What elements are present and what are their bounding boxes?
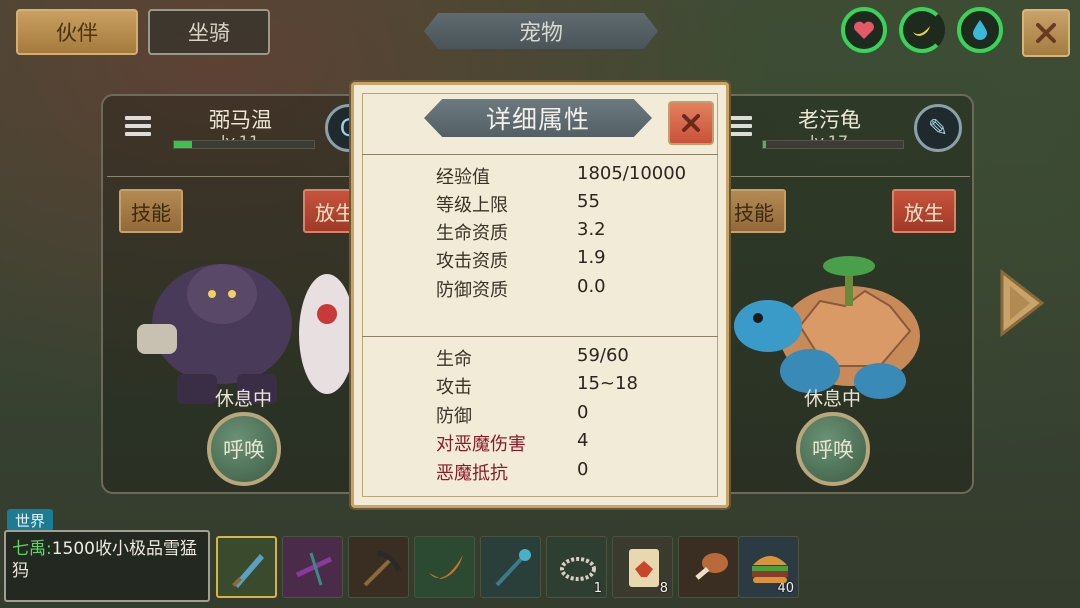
meat-leg-icon <box>695 553 728 580</box>
tab-partner[interactable]: 伙伴 <box>16 9 138 55</box>
attr-label: 防御资质 <box>436 280 508 301</box>
tab-mount[interactable]: 坐骑 <box>148 9 270 55</box>
attr-value: 55 <box>577 191 600 212</box>
burger-icon <box>752 556 788 583</box>
attr-label: 恶魔抵抗 <box>436 463 508 484</box>
attr-value: 59/60 <box>577 345 629 366</box>
attr-label: 攻击 <box>436 377 472 398</box>
hotbar-slot-4[interactable] <box>414 536 475 598</box>
attr-row-atk-aptitude: 攻击资质 1.9 <box>436 247 716 275</box>
pet-name: 老污龟 <box>798 108 861 132</box>
attr-row-hp-aptitude: 生命资质 3.2 <box>436 219 716 247</box>
attr-row-demon-resist: 恶魔抵抗 0 <box>436 459 716 487</box>
thorn-ring-icon <box>560 557 596 581</box>
attr-label: 经验值 <box>436 167 490 188</box>
pet-status: 休息中 <box>215 388 273 410</box>
chat-box[interactable]: 七禹:1500收小极品雪猛犸 <box>4 530 210 602</box>
hotbar-slot-1[interactable] <box>216 536 277 598</box>
hotbar-slot-8[interactable] <box>678 536 739 598</box>
horn-icon <box>429 555 463 579</box>
level-progress-fill <box>763 141 766 148</box>
skill-button[interactable]: 技能 <box>119 189 183 233</box>
attr-value: 1.9 <box>577 247 606 268</box>
pickaxe-icon <box>363 550 402 587</box>
hotbar-slot-2[interactable] <box>282 536 343 598</box>
chat-channel-tag[interactable]: 世界 <box>7 509 53 531</box>
attr-row-hp: 生命 59/60 <box>436 345 716 373</box>
hotbar-slot-9[interactable]: 40 <box>738 536 799 598</box>
level-progress-bar <box>762 140 904 149</box>
pet-status: 休息中 <box>804 388 862 410</box>
attr-value: 0 <box>577 459 589 480</box>
close-icon <box>682 114 700 132</box>
hotbar-slot-7[interactable]: 8 <box>612 536 673 598</box>
divider <box>696 176 970 177</box>
hotbar-slot-6[interactable]: 1 <box>546 536 607 598</box>
dialog-title: 详细属性 <box>485 105 590 134</box>
attr-row-defense: 防御 0 <box>436 402 716 430</box>
page-title: 宠物 <box>424 13 658 49</box>
divider <box>362 154 718 155</box>
pet-card-right: 老污龟 lv.17 ✎ 技能 放生 休息中 呼唤 <box>690 94 974 494</box>
attr-value: 1805/10000 <box>577 163 687 184</box>
purple-crossbow-icon <box>295 552 333 586</box>
water-drop-icon[interactable] <box>957 7 1003 53</box>
menu-icon[interactable] <box>726 116 752 136</box>
heart-icon[interactable] <box>841 7 887 53</box>
dialog-title-plate: 详细属性 <box>424 99 652 137</box>
summon-button[interactable]: 呼唤 <box>796 412 870 486</box>
attr-value: 15~18 <box>577 373 638 394</box>
attr-row-exp: 经验值 1805/10000 <box>436 163 716 191</box>
attr-value: 0 <box>577 402 589 423</box>
chat-sender[interactable]: 七禹 <box>12 539 46 559</box>
skill-button[interactable]: 技能 <box>722 189 786 233</box>
staff-icon <box>495 549 531 587</box>
banana-icon[interactable] <box>899 7 945 53</box>
pet-name: 弼马温 <box>209 108 272 132</box>
crystal-sword-icon <box>232 554 264 588</box>
next-page-arrow-icon[interactable] <box>996 268 1046 338</box>
attr-label: 攻击资质 <box>436 251 508 272</box>
close-button[interactable] <box>1022 9 1070 57</box>
attr-value: 4 <box>577 430 589 451</box>
attr-value: 3.2 <box>577 219 606 240</box>
attribute-detail-dialog: 详细属性 经验值 1805/10000 等级上限 55 生命资质 3.2 攻击资… <box>351 82 729 508</box>
summon-button[interactable]: 呼唤 <box>207 412 281 486</box>
menu-icon[interactable] <box>125 116 151 136</box>
attr-row-attack: 攻击 15~18 <box>436 373 716 401</box>
divider <box>107 176 387 177</box>
attr-value: 0.0 <box>577 276 606 297</box>
attr-row-def-aptitude: 防御资质 0.0 <box>436 276 716 304</box>
attr-row-level-cap: 等级上限 55 <box>436 191 716 219</box>
hotbar-slot-3[interactable] <box>348 536 409 598</box>
attr-label: 生命 <box>436 349 472 370</box>
pet-ability-icon[interactable]: ✎ <box>914 104 962 152</box>
dialog-close-button[interactable] <box>668 101 714 145</box>
level-progress-bar <box>173 140 315 149</box>
divider <box>362 336 718 337</box>
attr-label: 生命资质 <box>436 223 508 244</box>
item-hotbar: 1 8 40 <box>216 532 800 602</box>
seed-bag-icon <box>629 549 659 587</box>
attr-label: 等级上限 <box>436 195 508 216</box>
attr-row-demon-damage: 对恶魔伤害 4 <box>436 430 716 458</box>
attr-label: 对恶魔伤害 <box>436 434 526 455</box>
pet-card-left: 弼马温 lv.11 G 技能 放生 休息中 呼唤 <box>101 94 391 494</box>
attr-label: 防御 <box>436 406 472 427</box>
hotbar-slot-5[interactable] <box>480 536 541 598</box>
level-progress-fill <box>174 141 193 148</box>
close-icon <box>1036 23 1056 43</box>
release-button[interactable]: 放生 <box>892 189 956 233</box>
